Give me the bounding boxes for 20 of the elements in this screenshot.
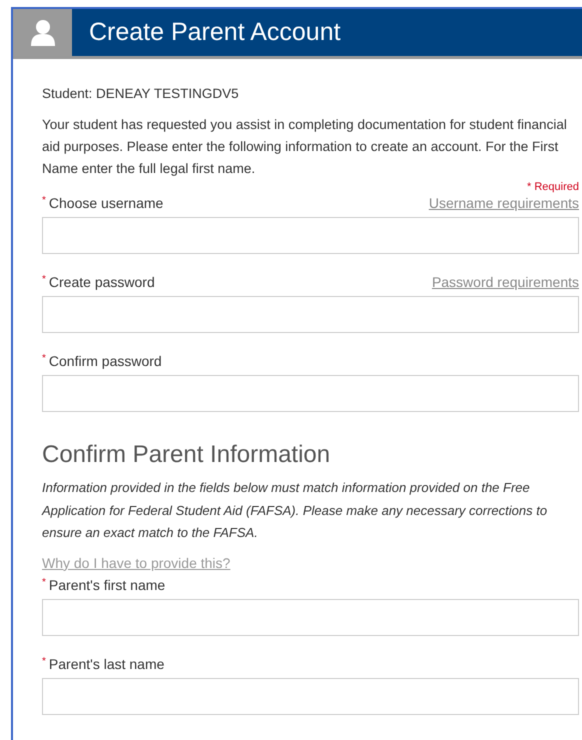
input-field[interactable]: [42, 678, 579, 715]
requirements-link[interactable]: Username requirements: [428, 193, 579, 214]
field-label: * Choose username: [42, 194, 164, 214]
requirements-link[interactable]: Password requirements: [432, 272, 579, 294]
field-label: * Parent's first name: [42, 576, 166, 595]
input-field[interactable]: [42, 217, 579, 254]
intro-text: Your student has requested you assist in completing documentation for student financial aid purposes. Please enter the following information to create an account. For the First Name enter the full legal first name.: [42, 116, 568, 178]
field-label: * Confirm password: [42, 352, 162, 372]
page-title: Create Parent Account: [88, 16, 341, 48]
field-label: * Create password: [42, 273, 155, 292]
input-field[interactable]: [42, 375, 579, 412]
section-title: Confirm Parent Information: [42, 440, 332, 470]
help-link[interactable]: Why do I have to provide this?: [42, 552, 230, 574]
field-label: * Parent's last name: [42, 654, 164, 674]
input-field[interactable]: [42, 598, 579, 636]
section-note: Information provided in the fields below must match information provided on the Free Application for Federal Student Aid (FAFSA). Please make any necessary corrections to ensure an exact match to the FAFSA.: [42, 479, 548, 542]
required-note: * Required: [527, 180, 579, 194]
input-field[interactable]: [42, 296, 579, 334]
student-name: Student: DENEAY TESTINGDV5: [42, 85, 240, 103]
user-icon: [30, 18, 56, 46]
